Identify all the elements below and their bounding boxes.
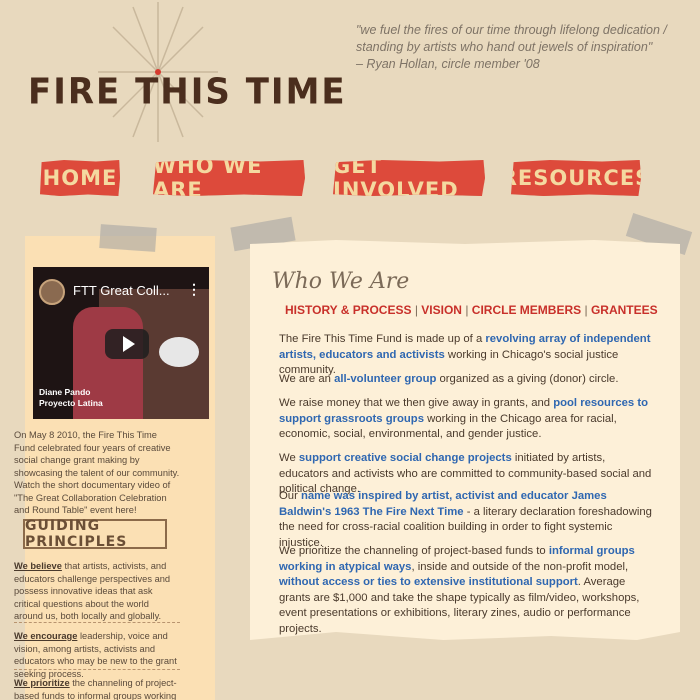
video-player[interactable]: FTT Great Coll... ⋮ Diane Pando Proyecto… xyxy=(33,267,209,419)
sub-navigation: HISTORY & PROCESS | VISION | CIRCLE MEMB… xyxy=(285,303,658,317)
paragraph: We are an all-volunteer group organized … xyxy=(279,372,655,388)
nav-resources[interactable]: RESOURCES xyxy=(511,160,641,196)
text: The Fire This Time Fund is made up of a xyxy=(279,333,486,345)
nav-who-we-are[interactable]: WHO WE ARE xyxy=(153,160,305,196)
quote-line: "we fuel the fires of our time through l… xyxy=(356,23,667,37)
highlight-link[interactable]: support creative social change projects xyxy=(299,452,512,464)
subnav-history-process[interactable]: HISTORY & PROCESS xyxy=(285,303,411,317)
caption-name: Diane Pando xyxy=(39,387,91,397)
highlight-link[interactable]: without access or ties to extensive inst… xyxy=(279,576,578,588)
site-logo[interactable]: FIRE THIS TIME xyxy=(28,71,347,113)
separator: | xyxy=(465,303,469,317)
principle-item: We prioritize the channeling of project-… xyxy=(14,677,180,700)
page-title: Who We Are xyxy=(272,269,410,294)
principle-lead: We believe xyxy=(14,561,62,571)
caption-org: Proyecto Latina xyxy=(39,398,103,408)
paragraph: Our name was inspired by artist, activis… xyxy=(279,489,655,551)
video-title[interactable]: FTT Great Coll... xyxy=(73,283,170,298)
principle-item: We encourage leadership, voice and visio… xyxy=(14,630,180,680)
more-options-icon[interactable]: ⋮ xyxy=(187,281,201,298)
divider xyxy=(14,669,180,670)
text: organized as a giving (donor) circle. xyxy=(436,373,619,385)
quote-attribution: – Ryan Hollan, circle member '08 xyxy=(356,57,540,71)
principle-lead: We prioritize xyxy=(14,678,70,688)
header-quote: "we fuel the fires of our time through l… xyxy=(356,22,676,73)
principle-item: We believe that artists, activists, and … xyxy=(14,560,180,623)
paragraph: We raise money that we then give away in… xyxy=(279,396,655,443)
subnav-circle-members[interactable]: CIRCLE MEMBERS xyxy=(472,303,581,317)
video-caption: Diane Pando Proyecto Latina xyxy=(39,387,103,409)
quote-line: standing by artists who hand out jewels … xyxy=(356,40,653,54)
text: We raise money that we then give away in… xyxy=(279,397,554,409)
tape-decoration xyxy=(99,224,157,252)
play-button-icon[interactable] xyxy=(105,329,149,359)
divider xyxy=(14,622,180,623)
nav-get-involved[interactable]: GET INVOLVED xyxy=(333,160,485,196)
subnav-vision[interactable]: VISION xyxy=(421,303,462,317)
text: We xyxy=(279,452,299,464)
channel-avatar xyxy=(39,279,65,305)
separator: | xyxy=(414,303,418,317)
separator: | xyxy=(584,303,588,317)
text: We are an xyxy=(279,373,335,385)
text: Our xyxy=(279,490,301,502)
highlight-link[interactable]: all-volunteer group xyxy=(334,373,436,385)
paragraph: We prioritize the channeling of project-… xyxy=(279,544,655,637)
text: , inside and outside of the non-profit m… xyxy=(411,560,629,573)
guiding-principles-heading: GUIDING PRINCIPLES xyxy=(23,518,167,550)
principle-lead: We encourage xyxy=(14,631,78,641)
text: We prioritize the channeling of project-… xyxy=(279,545,549,557)
subnav-grantees[interactable]: GRANTEES xyxy=(591,303,658,317)
nav-home[interactable]: HOME xyxy=(40,160,120,196)
video-description: On May 8 2010, the Fire This Time Fund c… xyxy=(14,430,180,515)
